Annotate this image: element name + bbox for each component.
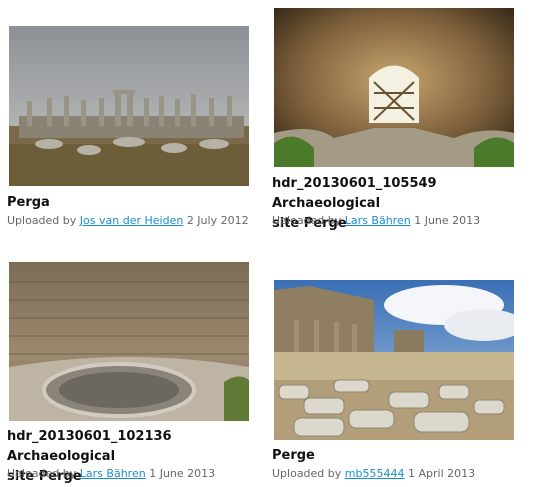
author-link[interactable]: mb555444 <box>345 467 405 480</box>
round-stone-chamber-image <box>9 262 249 421</box>
upload-date: 1 June 2013 <box>414 214 481 227</box>
ruins-blue-sky-image <box>274 280 514 440</box>
thumbnail-perga[interactable] <box>9 26 249 186</box>
author-link[interactable]: Jos van der Heiden <box>80 214 184 227</box>
author-link[interactable]: Lars Bähren <box>80 467 146 480</box>
item-title[interactable]: Perge <box>272 446 315 466</box>
thumbnail-hdr-105549[interactable] <box>274 8 514 167</box>
upload-info: Uploaded by Jos van der Heiden 2 July 20… <box>7 214 249 228</box>
upload-date: 2 July 2012 <box>186 214 249 227</box>
uploaded-by-label: Uploaded by <box>272 467 342 480</box>
author-link[interactable]: Lars Bähren <box>345 214 411 227</box>
ruins-colonnade-image <box>9 26 249 186</box>
thumbnail-hdr-102136[interactable] <box>9 262 249 421</box>
upload-date: 1 April 2013 <box>408 467 476 480</box>
uploaded-by-label: Uploaded by <box>272 214 342 227</box>
upload-info: Uploaded by Lars Bähren 1 June 2013 <box>272 214 480 228</box>
item-title[interactable]: Perga <box>7 193 50 213</box>
stone-arch-tunnel-image <box>274 8 514 167</box>
uploaded-by-label: Uploaded by <box>7 467 77 480</box>
item-title-line1: hdr_20130601_105549 Archaeological <box>272 176 437 211</box>
upload-date: 1 June 2013 <box>149 467 216 480</box>
item-title-line1: hdr_20130601_102136 Archaeological <box>7 429 172 464</box>
uploaded-by-label: Uploaded by <box>7 214 77 227</box>
upload-info: Uploaded by Lars Bähren 1 June 2013 <box>7 467 215 481</box>
thumbnail-perge[interactable] <box>274 280 514 440</box>
upload-info: Uploaded by mb555444 1 April 2013 <box>272 467 475 481</box>
